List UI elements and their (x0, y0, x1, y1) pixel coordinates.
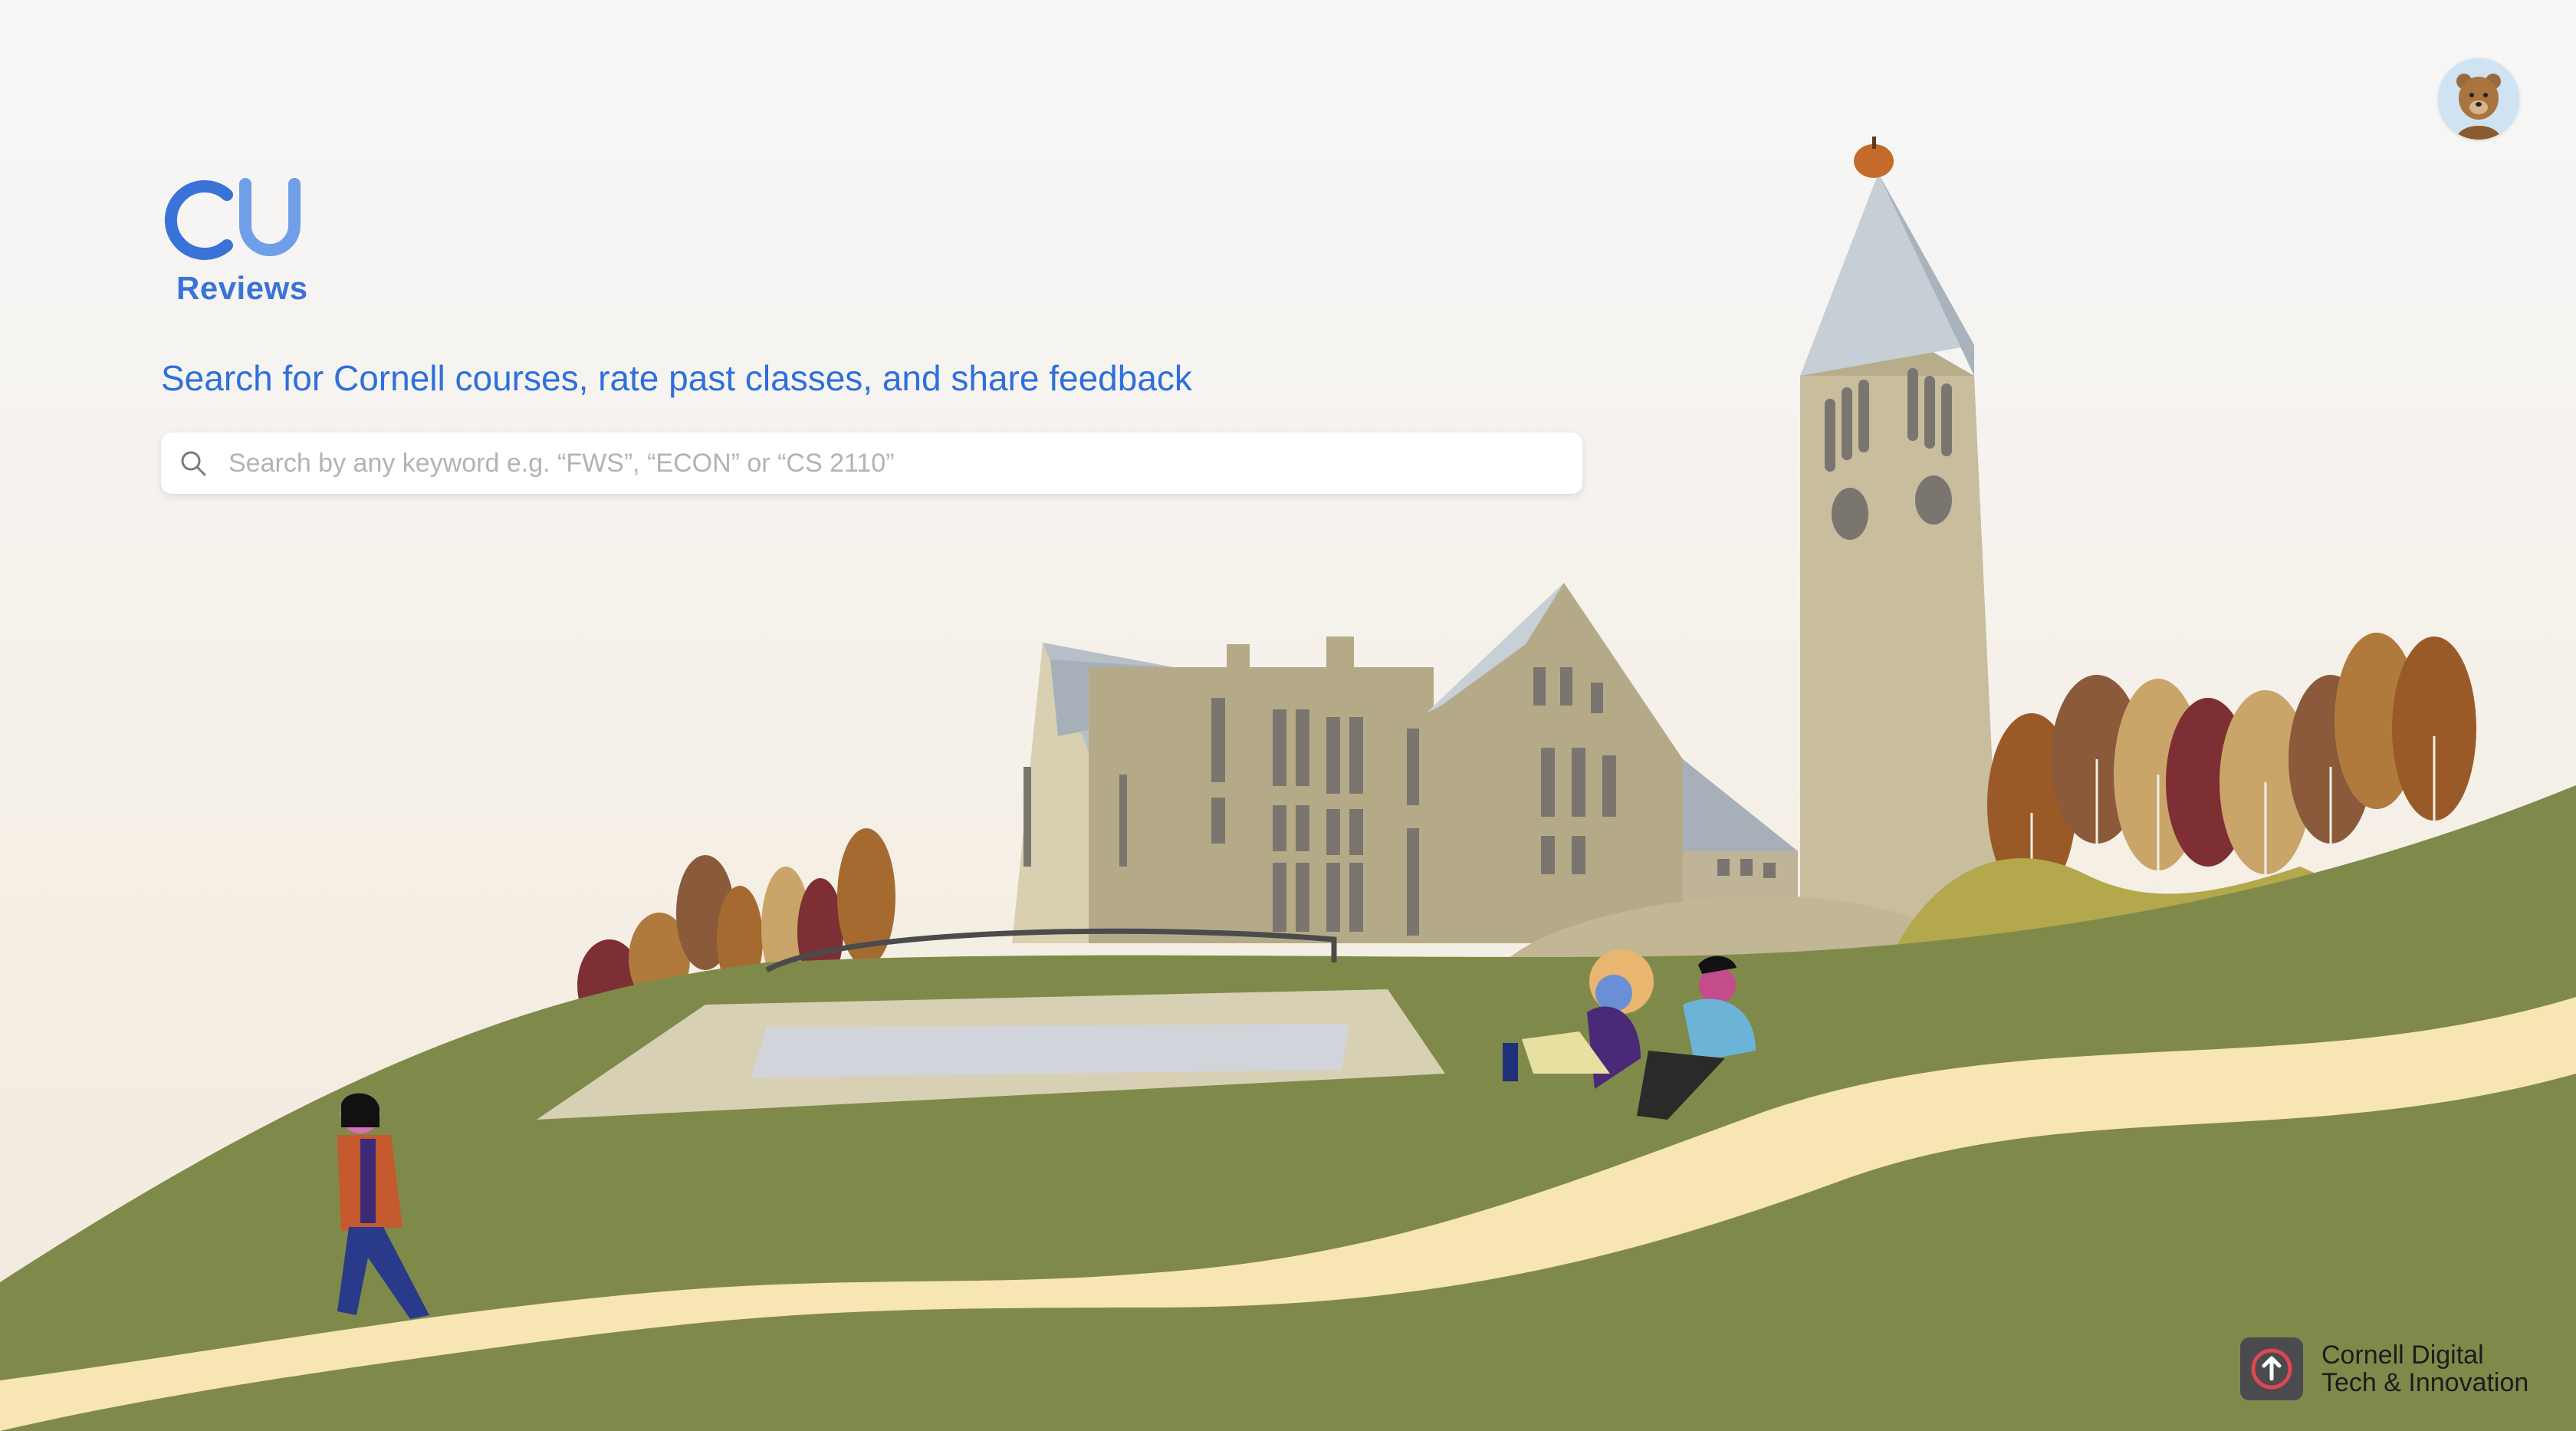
dti-logo-icon (2240, 1337, 2303, 1400)
brand-line-1: Cornell Digital (2321, 1341, 2484, 1370)
cornell-dti-brand[interactable]: Cornell Digital Tech & Innovation (2239, 1334, 2561, 1403)
dti-brand-text: Cornell Digital Tech & Innovation (2321, 1341, 2528, 1396)
brand-line-2: Tech & Innovation (2321, 1368, 2529, 1397)
bear-avatar-icon (2438, 58, 2519, 140)
page-tagline: Search for Cornell courses, rate past cl… (161, 358, 1192, 398)
cu-reviews-logo[interactable]: Reviews (159, 178, 313, 308)
course-search-bar[interactable] (161, 433, 1582, 494)
cu-logo-mark (164, 178, 301, 260)
library-building (1012, 583, 1798, 943)
search-icon (181, 451, 206, 476)
clock-tower (1800, 137, 1999, 920)
search-input[interactable] (227, 447, 1533, 479)
logo-subtitle: Reviews (176, 270, 308, 306)
user-avatar[interactable] (2438, 58, 2519, 140)
campus-illustration (0, 137, 2576, 1431)
